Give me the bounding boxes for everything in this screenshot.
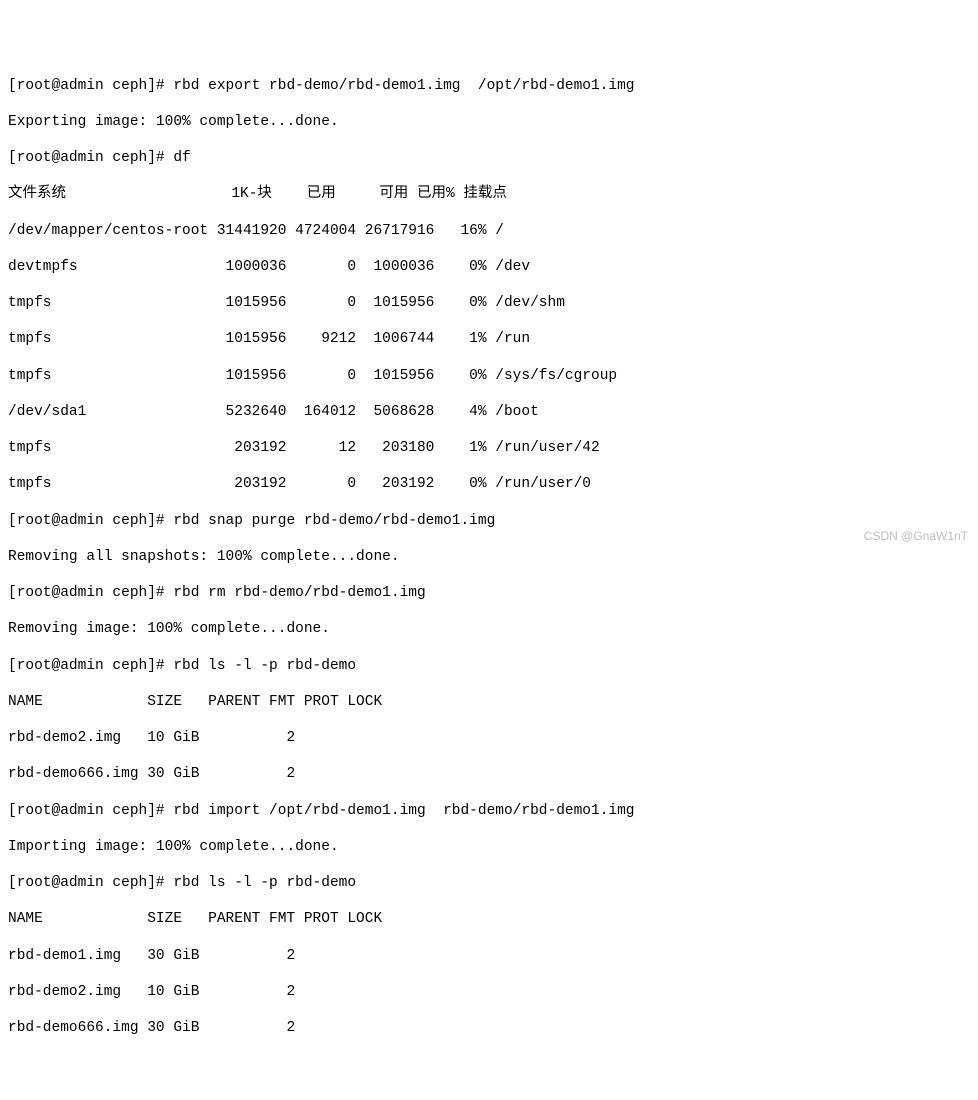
watermark-text: CSDN @GnaW1nT (864, 529, 968, 544)
ls2-row: rbd-demo666.img 30 GiB 2 (8, 1019, 970, 1037)
df-header: 文件系统 1K-块 已用 可用 已用% 挂载点 (8, 185, 970, 203)
ls1-header: NAME SIZE PARENT FMT PROT LOCK (8, 693, 970, 711)
cmd-rbd-import: [root@admin ceph]# rbd import /opt/rbd-d… (8, 802, 970, 820)
msg-purge: Removing all snapshots: 100% complete...… (8, 548, 970, 566)
df-row: tmpfs 1015956 0 1015956 0% /dev/shm (8, 294, 970, 312)
ls1-row: rbd-demo2.img 10 GiB 2 (8, 729, 970, 747)
cmd-rbd-rm: [root@admin ceph]# rbd rm rbd-demo/rbd-d… (8, 584, 970, 602)
cmd-rbd-ls-1: [root@admin ceph]# rbd ls -l -p rbd-demo (8, 657, 970, 675)
cmd-rbd-export: [root@admin ceph]# rbd export rbd-demo/r… (8, 77, 970, 95)
df-row: tmpfs 203192 0 203192 0% /run/user/0 (8, 475, 970, 493)
df-row: tmpfs 1015956 0 1015956 0% /sys/fs/cgrou… (8, 367, 970, 385)
ls1-row: rbd-demo666.img 30 GiB 2 (8, 765, 970, 783)
df-row: devtmpfs 1000036 0 1000036 0% /dev (8, 258, 970, 276)
ls2-row: rbd-demo2.img 10 GiB 2 (8, 983, 970, 1001)
df-row: tmpfs 203192 12 203180 1% /run/user/42 (8, 439, 970, 457)
df-row: tmpfs 1015956 9212 1006744 1% /run (8, 330, 970, 348)
df-row: /dev/mapper/centos-root 31441920 4724004… (8, 222, 970, 240)
ls2-row: rbd-demo1.img 30 GiB 2 (8, 947, 970, 965)
msg-rm: Removing image: 100% complete...done. (8, 620, 970, 638)
cmd-df: [root@admin ceph]# df (8, 149, 970, 167)
msg-import: Importing image: 100% complete...done. (8, 838, 970, 856)
cmd-snap-purge: [root@admin ceph]# rbd snap purge rbd-de… (8, 512, 970, 530)
df-row: /dev/sda1 5232640 164012 5068628 4% /boo… (8, 403, 970, 421)
ls2-header: NAME SIZE PARENT FMT PROT LOCK (8, 910, 970, 928)
msg-export: Exporting image: 100% complete...done. (8, 113, 970, 131)
cmd-rbd-ls-2: [root@admin ceph]# rbd ls -l -p rbd-demo (8, 874, 970, 892)
